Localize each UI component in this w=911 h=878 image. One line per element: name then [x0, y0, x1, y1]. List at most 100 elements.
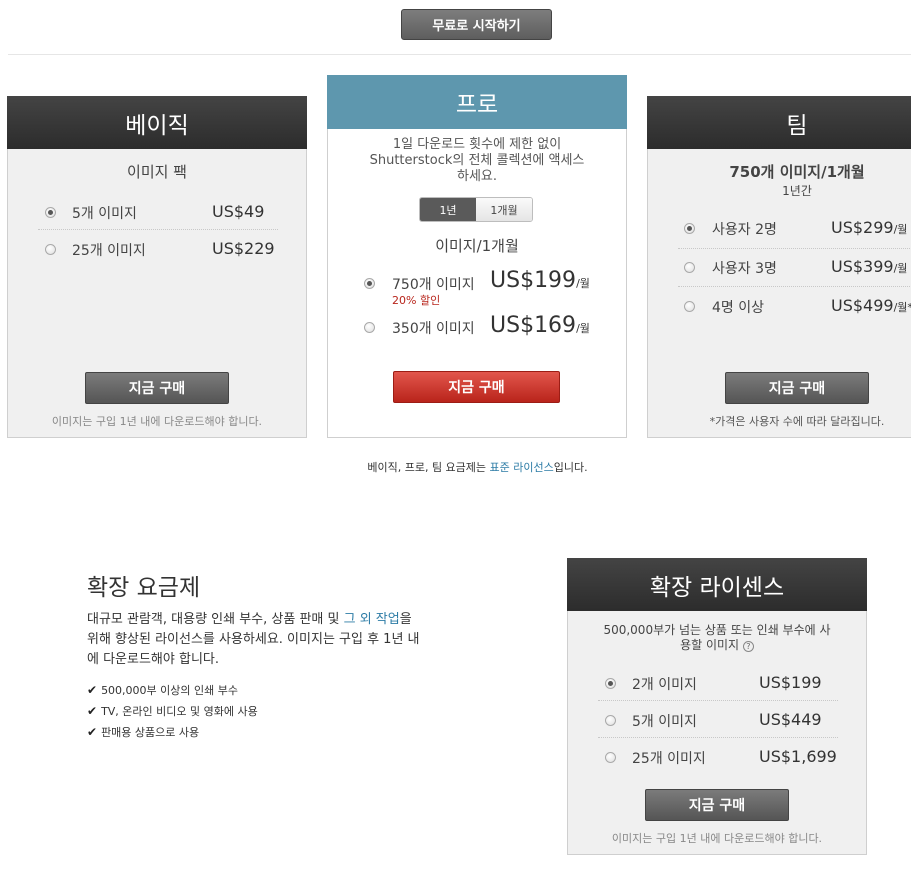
pro-description-line: Shutterstock의 전체 콜렉션에 액세스 [369, 153, 585, 168]
team-option-2-label: 사용자 3명 [712, 261, 777, 277]
team-option-2-amount: US$399 [831, 257, 894, 276]
help-icon[interactable]: ? [742, 641, 754, 652]
pro-option-1-amount: US$199 [490, 268, 577, 293]
extended-license-note: 이미지는 구입 1년 내에 다운로드해야 합니다. [611, 832, 823, 845]
team-plan-card: 팀 750개 이미지/1개월 1년간 사용자 2명 US$299/월 사용자 3… [647, 96, 911, 438]
basic-plan-subtitle: 이미지 팩 [127, 163, 187, 181]
standard-license-note: 베이직, 프로, 팀 요금제는 표준 라이선스입니다. [0, 459, 911, 475]
divider [678, 286, 911, 287]
ext-option-1-radio[interactable] [605, 678, 616, 689]
pro-option-1-label: 750개 이미지 [392, 277, 475, 293]
feature-item: ✔ TV, 온라인 비디오 및 영화에 사용 [87, 701, 258, 722]
extended-license-card: 확장 라이센스 500,000부가 넘는 상품 또는 인쇄 부수에 사 용할 이… [567, 558, 867, 855]
license-note-suffix: 입니다. [553, 461, 588, 474]
extended-license-description-line: 용할 이미지 ? [568, 638, 866, 653]
ext-option-2-radio[interactable] [605, 715, 616, 726]
team-option-1-label: 사용자 2명 [712, 222, 777, 238]
pro-period-toggle: 1년 1개월 [419, 197, 533, 222]
basic-note: 이미지는 구입 1년 내에 다운로드해야 합니다. [51, 415, 263, 428]
extended-license-description: 500,000부가 넘는 상품 또는 인쇄 부수에 사 용할 이미지 ? [568, 623, 866, 653]
team-buy-button[interactable]: 지금 구매 [725, 372, 869, 404]
pro-option-2-radio[interactable] [364, 322, 375, 333]
team-option-3-unit: /월* [893, 301, 911, 314]
license-note-prefix: 베이직, 프로, 팀 요금제는 [367, 461, 490, 474]
divider [598, 700, 838, 701]
feature-item: ✔ 500,000부 이상의 인쇄 부수 [87, 680, 258, 701]
divider [678, 248, 911, 249]
team-option-3-radio[interactable] [684, 301, 695, 312]
extended-license-description-line: 500,000부가 넘는 상품 또는 인쇄 부수에 사 [603, 623, 831, 637]
pro-option-1-radio[interactable] [364, 278, 375, 289]
team-option-3-price: US$499/월* [831, 296, 911, 315]
pro-option-1-unit: /월 [576, 277, 590, 290]
ext-option-1-label: 2개 이미지 [632, 677, 697, 693]
team-note: *가격은 사용자 수에 따라 달라집니다. [709, 415, 885, 428]
extended-license-title: 확장 라이센스 [567, 558, 867, 611]
divider [598, 737, 838, 738]
toggle-month[interactable]: 1개월 [476, 198, 532, 221]
team-option-3-amount: US$499 [831, 296, 894, 315]
standard-license-link[interactable]: 표준 라이선스 [490, 461, 554, 474]
extended-description-after-link: 을 [399, 612, 412, 627]
pro-description-line: 하세요. [456, 169, 497, 184]
team-plan-period: 1년간 [782, 184, 812, 198]
check-icon: ✔ [87, 725, 98, 739]
team-option-2-unit: /월 [893, 262, 908, 275]
start-free-button[interactable]: 무료로 시작하기 [401, 9, 552, 40]
pro-description: 1일 다운로드 횟수에 제한 없이 Shutterstock의 전체 콜렉션에 … [328, 137, 626, 185]
extended-description-line: 대규모 관람객, 대용량 인쇄 부수, 상품 판매 및 그 외 작업을 [87, 610, 487, 630]
basic-option-1-label: 5개 이미지 [72, 206, 137, 222]
pro-option-1-discount: 20% 할인 [392, 294, 441, 307]
team-option-2-price: US$399/월 [831, 257, 907, 276]
team-plan-subtitle: 750개 이미지/1개월 [729, 163, 865, 181]
basic-plan-title: 베이직 [7, 96, 307, 149]
divider [38, 229, 278, 230]
extended-description-line: 위해 향상된 라이선스를 사용하세요. 이미지는 구입 후 1년 내 [87, 632, 420, 647]
team-option-1-unit: /월 [893, 223, 908, 236]
pro-option-1-price: US$199/월 [490, 268, 590, 293]
basic-option-1-price: US$49 [212, 202, 265, 221]
ext-option-2-label: 5개 이미지 [632, 714, 697, 730]
basic-option-2-label: 25개 이미지 [72, 243, 146, 259]
feature-text: TV, 온라인 비디오 및 영화에 사용 [101, 705, 258, 718]
ext-option-3-radio[interactable] [605, 752, 616, 763]
extended-description-line: 에 다운로드해야 합니다. [87, 652, 219, 667]
pro-description-line: 1일 다운로드 횟수에 제한 없이 [392, 137, 562, 152]
team-plan-title: 팀 [647, 96, 911, 149]
team-option-3-label: 4명 이상 [712, 300, 764, 316]
basic-buy-button[interactable]: 지금 구매 [85, 372, 229, 404]
basic-plan-card: 베이직 이미지 팩 5개 이미지 US$49 25개 이미지 US$229 지금… [7, 96, 307, 438]
pro-option-2-amount: US$169 [490, 313, 577, 338]
pro-plan-title: 프로 [327, 75, 627, 129]
extended-license-description-line2: 용할 이미지 [680, 638, 740, 652]
pro-option-2-price: US$169/월 [490, 313, 590, 338]
pro-option-2-unit: /월 [576, 322, 590, 335]
team-option-2-radio[interactable] [684, 262, 695, 273]
check-icon: ✔ [87, 683, 98, 697]
check-icon: ✔ [87, 704, 98, 718]
extended-plans-description: 대규모 관람객, 대용량 인쇄 부수, 상품 판매 및 그 외 작업을 위해 향… [87, 610, 487, 670]
extended-plans-heading: 확장 요금제 [87, 575, 201, 601]
pro-buy-button[interactable]: 지금 구매 [393, 371, 560, 403]
toggle-year[interactable]: 1년 [420, 198, 476, 221]
extended-description-prefix: 대규모 관람객, 대용량 인쇄 부수, 상품 판매 및 [87, 612, 344, 627]
ext-option-2-price: US$449 [759, 710, 822, 729]
basic-option-2-price: US$229 [212, 239, 275, 258]
feature-text: 500,000부 이상의 인쇄 부수 [101, 684, 238, 697]
team-option-1-radio[interactable] [684, 223, 695, 234]
team-option-1-price: US$299/월 [831, 218, 907, 237]
ext-option-1-price: US$199 [759, 673, 822, 692]
ext-option-3-label: 25개 이미지 [632, 751, 706, 767]
feature-text: 판매용 상품으로 사용 [101, 726, 200, 739]
pro-option-2-label: 350개 이미지 [392, 321, 475, 337]
divider [8, 54, 911, 55]
extended-feature-list: ✔ 500,000부 이상의 인쇄 부수 ✔ TV, 온라인 비디오 및 영화에 사… [87, 680, 258, 743]
basic-option-1-radio[interactable] [45, 207, 56, 218]
pro-subtitle: 이미지/1개월 [435, 237, 519, 255]
feature-item: ✔ 판매용 상품으로 사용 [87, 722, 258, 743]
extended-buy-button[interactable]: 지금 구매 [645, 789, 789, 821]
basic-option-2-radio[interactable] [45, 244, 56, 255]
other-uses-link[interactable]: 그 외 작업 [344, 612, 400, 627]
ext-option-3-price: US$1,699 [759, 747, 837, 766]
team-option-1-amount: US$299 [831, 218, 894, 237]
